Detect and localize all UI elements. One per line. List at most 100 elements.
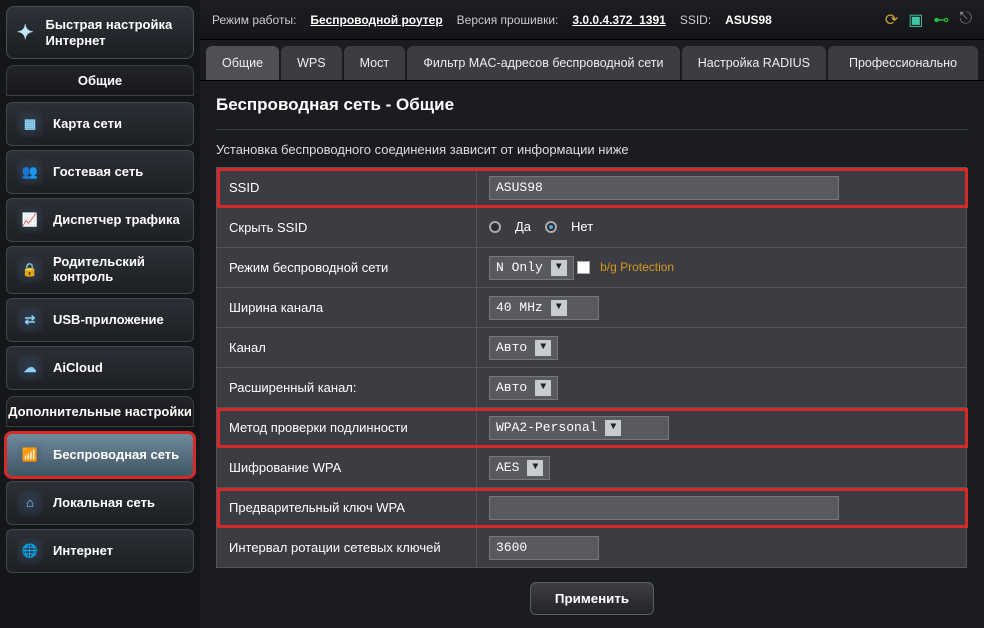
radio-hide-ssid-no[interactable]: [545, 221, 557, 233]
sidebar-item-label: Гостевая сеть: [53, 165, 143, 180]
channel-width-select[interactable]: 40 MHz ▼: [489, 296, 599, 320]
apply-bar: Применить: [216, 568, 968, 615]
row-wireless-mode: Режим беспроводной сети N Only ▼ b/g Pro…: [217, 248, 968, 288]
chevron-down-icon: ▼: [535, 340, 551, 356]
bg-protection-checkbox[interactable]: [577, 261, 590, 274]
sidebar-header-general: Общие: [6, 65, 194, 96]
wireless-mode-select[interactable]: N Only ▼: [489, 256, 574, 280]
sidebar-item-label: Карта сети: [53, 117, 122, 132]
tab-label: WPS: [297, 56, 325, 70]
sidebar-item-parental-control[interactable]: 🔒 Родительский контроль: [6, 246, 194, 294]
status-icons: ⟳ ▣ ⊷ ⎋: [885, 10, 972, 30]
auth-method-select[interactable]: WPA2-Personal ▼: [489, 416, 669, 440]
sidebar-item-lan[interactable]: ⌂ Локальная сеть: [6, 481, 194, 525]
wan-status-icon[interactable]: ▣: [908, 10, 923, 30]
top-bar: Режим работы: Беспроводной роутер Версия…: [200, 0, 984, 40]
radio-label-yes: Да: [515, 219, 531, 234]
chevron-down-icon: ▼: [535, 380, 551, 396]
mode-value[interactable]: Беспроводной роутер: [310, 13, 442, 27]
fw-label: Версия прошивки:: [457, 13, 559, 27]
sidebar-item-label: Диспетчер трафика: [53, 213, 180, 228]
apply-label: Применить: [555, 591, 629, 606]
row-hide-ssid: Скрыть SSID Да Нет: [217, 208, 968, 248]
row-ext-channel: Расширенный канал: Авто ▼: [217, 368, 968, 408]
label-hide-ssid: Скрыть SSID: [217, 208, 477, 248]
radio-label-no: Нет: [571, 219, 593, 234]
label-ssid: SSID: [217, 168, 477, 208]
sidebar-item-aicloud[interactable]: ☁ AiCloud: [6, 346, 194, 390]
sidebar-item-network-map[interactable]: ▦ Карта сети: [6, 102, 194, 146]
logout-icon[interactable]: ⎋: [959, 10, 972, 30]
tab-radius[interactable]: Настройка RADIUS: [682, 46, 826, 80]
ssid-input[interactable]: [489, 176, 839, 200]
tab-label: Настройка RADIUS: [698, 56, 810, 70]
settings-table: SSID Скрыть SSID Да Нет: [216, 167, 968, 568]
aicloud-icon: ☁: [17, 355, 43, 381]
network-map-icon: ▦: [17, 111, 43, 137]
tab-label: Мост: [360, 56, 389, 70]
tab-label: Фильтр MAC-адресов беспроводной сети: [423, 56, 663, 70]
label-wpa-encryption: Шифрование WPA: [217, 448, 477, 488]
label-auth-method: Метод проверки подлинности: [217, 408, 477, 448]
wpa-encryption-select[interactable]: AES ▼: [489, 456, 550, 480]
sidebar-item-internet[interactable]: 🌐 Интернет: [6, 529, 194, 573]
sidebar-item-label: Беспроводная сеть: [53, 448, 179, 463]
tab-wps[interactable]: WPS: [281, 46, 341, 80]
label-wpa-psk: Предварительный ключ WPA: [217, 488, 477, 528]
wireless-icon: 📶: [17, 442, 43, 468]
select-value: N Only: [496, 260, 543, 275]
row-ssid: SSID: [217, 168, 968, 208]
chevron-down-icon: ▼: [551, 300, 567, 316]
usb-app-icon: ⇄: [17, 307, 43, 333]
usb-status-icon[interactable]: ⊷: [933, 10, 949, 30]
sidebar-item-usb-app[interactable]: ⇄ USB-приложение: [6, 298, 194, 342]
label-wireless-mode: Режим беспроводной сети: [217, 248, 477, 288]
sidebar-item-label: USB-приложение: [53, 313, 164, 328]
sidebar-header-advanced: Дополнительные настройки: [6, 396, 194, 427]
wand-icon: ✦: [15, 19, 36, 47]
row-channel: Канал Авто ▼: [217, 328, 968, 368]
chevron-down-icon: ▼: [527, 460, 543, 476]
select-value: Авто: [496, 340, 527, 355]
tab-general[interactable]: Общие: [206, 46, 279, 80]
fw-value[interactable]: 3.0.0.4.372_1391: [572, 13, 665, 27]
tab-professional[interactable]: Профессионально: [828, 46, 978, 80]
sidebar-item-label: AiCloud: [53, 361, 103, 376]
tab-mac-filter[interactable]: Фильтр MAC-адресов беспроводной сети: [407, 46, 680, 80]
bg-protection-label: b/g Protection: [600, 260, 674, 274]
sidebar-item-wireless[interactable]: 📶 Беспроводная сеть: [6, 433, 194, 477]
sidebar-item-label: Локальная сеть: [53, 496, 155, 511]
tab-bar: Общие WPS Мост Фильтр MAC-адресов беспро…: [200, 40, 984, 81]
wpa-psk-input[interactable]: [489, 496, 839, 520]
row-key-rotation: Интервал ротации сетевых ключей: [217, 528, 968, 568]
apply-button[interactable]: Применить: [530, 582, 654, 615]
row-channel-width: Ширина канала 40 MHz ▼: [217, 288, 968, 328]
traffic-manager-icon: 📈: [17, 207, 43, 233]
reboot-icon[interactable]: ⟳: [885, 10, 898, 30]
quick-setup-card[interactable]: ✦ Быстрая настройка Интернет: [6, 6, 194, 59]
sidebar-item-traffic-manager[interactable]: 📈 Диспетчер трафика: [6, 198, 194, 242]
quick-setup-title: Быстрая настройка Интернет: [46, 17, 185, 48]
label-key-rotation: Интервал ротации сетевых ключей: [217, 528, 477, 568]
select-value: 40 MHz: [496, 300, 543, 315]
channel-select[interactable]: Авто ▼: [489, 336, 558, 360]
main-area: Режим работы: Беспроводной роутер Версия…: [200, 0, 984, 628]
nav-group-advanced: 📶 Беспроводная сеть ⌂ Локальная сеть 🌐 И…: [6, 433, 194, 573]
page-title: Беспроводная сеть - Общие: [216, 95, 968, 130]
page-content: Беспроводная сеть - Общие Установка бесп…: [200, 81, 984, 628]
ext-channel-select[interactable]: Авто ▼: [489, 376, 558, 400]
mode-label: Режим работы:: [212, 13, 296, 27]
ssid-value: ASUS98: [725, 13, 772, 27]
tab-bridge[interactable]: Мост: [344, 46, 405, 80]
sidebar-item-guest-network[interactable]: 👥 Гостевая сеть: [6, 150, 194, 194]
label-channel: Канал: [217, 328, 477, 368]
label-ext-channel: Расширенный канал:: [217, 368, 477, 408]
lan-icon: ⌂: [17, 490, 43, 516]
radio-hide-ssid-yes[interactable]: [489, 221, 501, 233]
key-rotation-input[interactable]: [489, 536, 599, 560]
select-value: AES: [496, 460, 519, 475]
chevron-down-icon: ▼: [605, 420, 621, 436]
chevron-down-icon: ▼: [551, 260, 567, 276]
parental-control-icon: 🔒: [17, 257, 43, 283]
select-value: Авто: [496, 380, 527, 395]
